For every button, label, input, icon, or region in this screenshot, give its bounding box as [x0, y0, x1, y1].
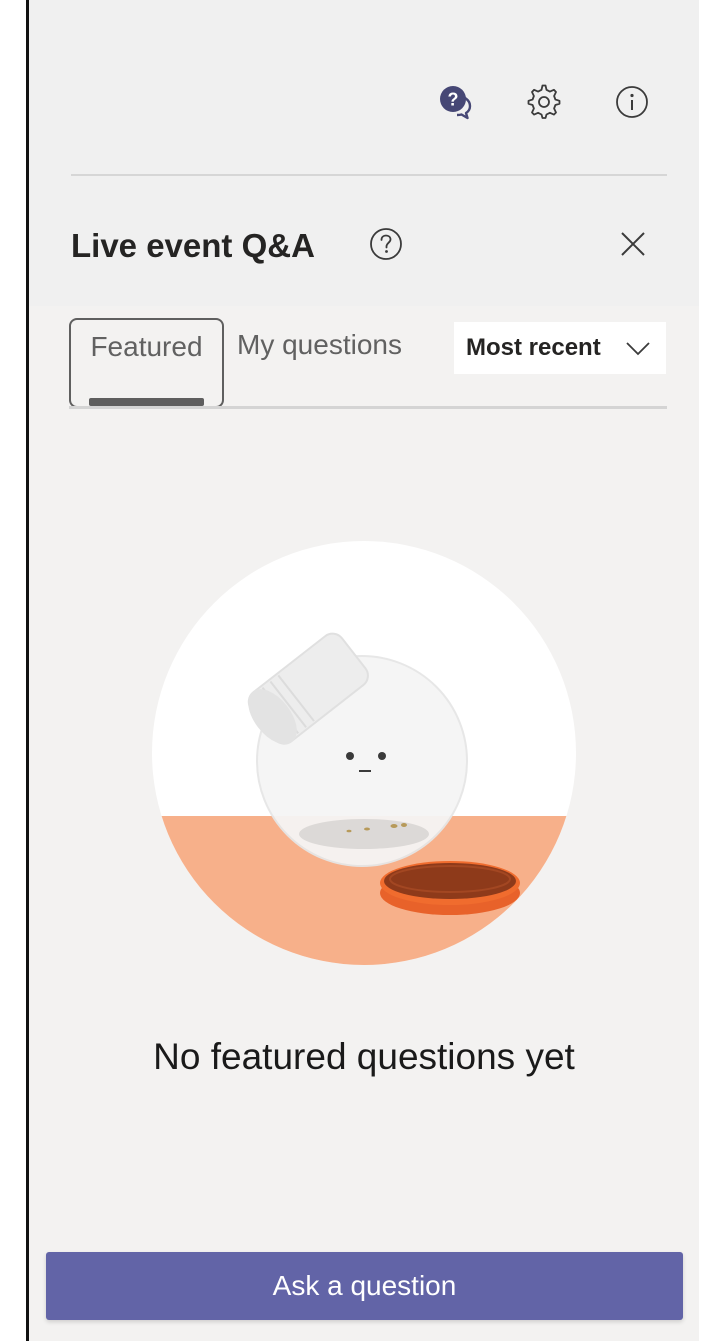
- tab-my-questions[interactable]: My questions: [237, 318, 427, 408]
- ask-question-button[interactable]: Ask a question: [46, 1252, 683, 1320]
- tab-featured-label: Featured: [90, 331, 203, 362]
- header-divider: [71, 174, 667, 176]
- gear-icon: [527, 84, 561, 119]
- top-toolbar: ?: [29, 80, 699, 124]
- empty-state-message: No featured questions yet: [153, 1036, 575, 1077]
- settings-button[interactable]: [522, 80, 566, 124]
- tab-featured[interactable]: Featured: [69, 318, 224, 408]
- qa-chat-icon: ?: [440, 86, 472, 120]
- chevron-down-icon: [626, 342, 650, 356]
- tab-selected-indicator: [89, 398, 204, 406]
- tab-my-questions-label: My questions: [237, 329, 402, 360]
- sort-dropdown[interactable]: Most recent: [454, 322, 666, 374]
- panel-title: Live event Q&A: [71, 227, 315, 264]
- info-icon: [616, 86, 648, 118]
- svg-text:?: ?: [448, 90, 459, 110]
- question-circle-icon[interactable]: [368, 226, 404, 262]
- qa-chat-button[interactable]: ?: [434, 80, 478, 124]
- ask-question-label: Ask a question: [272, 1270, 457, 1301]
- close-button[interactable]: [611, 222, 655, 266]
- close-icon: [621, 232, 645, 256]
- qa-panel: ? Live event Q&A Featured My questions M…: [29, 0, 699, 1341]
- info-button[interactable]: [610, 80, 654, 124]
- sort-selected-label: Most recent: [466, 334, 601, 361]
- tabs-divider: [69, 406, 667, 409]
- empty-jar-illustration: [152, 541, 576, 965]
- title-row: Live event Q&A: [71, 218, 667, 274]
